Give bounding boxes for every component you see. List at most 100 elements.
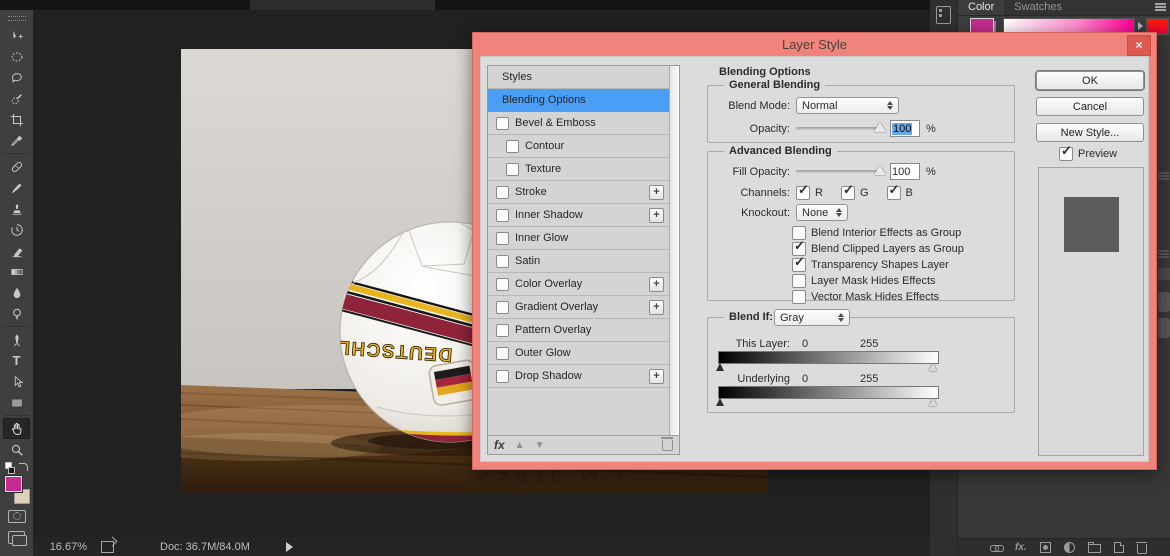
knockout-dropdown[interactable]: None [796,204,848,221]
tool-spot-healing[interactable] [3,156,30,177]
add-instance-button[interactable]: + [649,208,664,223]
checkbox[interactable] [496,370,509,383]
tool-quick-selection[interactable] [3,88,30,109]
delete-style-icon[interactable] [662,440,673,451]
fill-opacity-slider[interactable] [796,170,880,173]
move-style-up-icon[interactable]: ▲ [515,440,525,451]
tool-shape[interactable] [3,392,30,413]
style-row-contour[interactable]: Contour [488,135,670,158]
layer-fx-icon[interactable]: fx. [1015,542,1027,553]
link-layers-icon[interactable] [990,545,1002,551]
checkbox[interactable] [496,117,509,130]
tool-lasso[interactable] [3,67,30,88]
document-tab[interactable] [250,0,435,10]
style-row-texture[interactable]: Texture [488,158,670,181]
checkbox[interactable] [496,255,509,268]
history-panel-icon[interactable] [936,6,951,24]
checkbox[interactable] [506,140,519,153]
opacity-value-field[interactable]: 100 [890,120,920,137]
option-transparency-shapes[interactable]: ✓Transparency Shapes Layer [792,257,949,272]
document-size-info[interactable]: Doc: 36.7M/84.0M [160,541,250,553]
style-row-stroke[interactable]: Stroke+ [488,181,670,204]
blend-mode-dropdown[interactable]: Normal [796,97,899,114]
underlying-left-thumb[interactable] [716,398,724,406]
checkbox[interactable] [496,301,509,314]
panel-button[interactable] [1158,268,1170,280]
option-blend-clipped[interactable]: ✓Blend Clipped Layers as Group [792,241,964,256]
tool-crop[interactable] [3,109,30,130]
tool-gradient[interactable] [3,261,30,282]
adjustment-layer-icon[interactable] [1064,542,1075,553]
panel-menu-icon[interactable] [1155,3,1166,11]
tool-pen[interactable] [3,329,30,350]
checkbox[interactable] [792,290,806,304]
checkbox[interactable] [496,232,509,245]
tool-hand[interactable] [3,418,30,439]
tool-path-selection[interactable] [3,371,30,392]
style-row-outer-glow[interactable]: Outer Glow [488,342,670,365]
style-row-gradient-overlay[interactable]: Gradient Overlay+ [488,296,670,319]
style-row-bevel-emboss[interactable]: Bevel & Emboss [488,112,670,135]
panel-menu-icon[interactable] [1158,250,1169,252]
zoom-level[interactable]: 16.67% [27,541,87,553]
blend-if-dropdown[interactable]: Gray [774,309,850,326]
screen-mode-button[interactable] [8,531,25,544]
add-instance-button[interactable]: + [649,300,664,315]
tool-dodge[interactable] [3,303,30,324]
cancel-button[interactable]: Cancel [1036,97,1144,116]
panel-button[interactable] [1158,318,1170,338]
fx-menu-button[interactable]: fx [494,438,505,452]
opacity-slider[interactable] [796,127,880,130]
fill-adjustment-icon[interactable] [1040,542,1051,553]
slider-thumb-icon[interactable] [874,165,886,175]
fill-opacity-value-field[interactable]: 100 [890,163,920,180]
foreground-color-swatch[interactable] [5,476,22,492]
add-instance-button[interactable]: + [649,369,664,384]
tool-clone-stamp[interactable] [3,198,30,219]
tool-history-brush[interactable] [3,219,30,240]
this-layer-gradient-bar[interactable] [718,351,939,364]
tool-brush[interactable] [3,177,30,198]
new-group-icon[interactable] [1088,544,1101,553]
channel-b-checkbox[interactable]: ✓ [887,186,901,200]
checkbox[interactable] [792,274,806,288]
preview-option[interactable]: ✓ Preview [1059,147,1117,161]
tool-type[interactable]: T [3,350,30,371]
ok-button[interactable]: OK [1036,71,1144,90]
tool-blur[interactable] [3,282,30,303]
tool-zoom[interactable] [3,439,30,460]
panel-button[interactable] [1158,292,1170,312]
channel-r-checkbox[interactable]: ✓ [796,186,810,200]
option-layer-mask-hides[interactable]: Layer Mask Hides Effects [792,273,936,288]
swap-colors-icon[interactable] [19,463,28,471]
default-and-swap-colors[interactable] [5,462,29,474]
status-options-arrow-icon[interactable] [286,542,293,552]
checkbox[interactable]: ✓ [792,258,806,272]
underlying-right-thumb[interactable] [929,398,937,406]
tool-move[interactable] [3,25,30,46]
option-vector-mask-hides[interactable]: Vector Mask Hides Effects [792,289,939,304]
checkbox[interactable] [506,163,519,176]
close-icon[interactable]: × [1127,35,1151,56]
slider-thumb-icon[interactable] [874,122,886,132]
move-style-down-icon[interactable]: ▼ [535,440,545,451]
tool-eyedropper[interactable] [3,130,30,151]
preview-checkbox[interactable]: ✓ [1059,147,1073,161]
style-row-drop-shadow[interactable]: Drop Shadow+ [488,365,670,388]
style-row-inner-glow[interactable]: Inner Glow [488,227,670,250]
new-style-button[interactable]: New Style... [1036,123,1144,142]
tool-eraser[interactable] [3,240,30,261]
delete-layer-icon[interactable] [1137,544,1147,554]
tool-marquee[interactable] [3,46,30,67]
add-instance-button[interactable]: + [649,185,664,200]
style-row-color-overlay[interactable]: Color Overlay+ [488,273,670,296]
quick-mask-button[interactable] [8,510,26,523]
this-layer-left-thumb[interactable] [716,363,724,371]
checkbox[interactable] [496,186,509,199]
checkbox[interactable] [496,278,509,291]
underlying-layer-gradient-bar[interactable] [718,386,939,399]
style-row-pattern-overlay[interactable]: Pattern Overlay [488,319,670,342]
checkbox[interactable] [496,347,509,360]
styles-scrollbar[interactable] [669,66,679,436]
option-blend-interior[interactable]: Blend Interior Effects as Group [792,225,961,240]
